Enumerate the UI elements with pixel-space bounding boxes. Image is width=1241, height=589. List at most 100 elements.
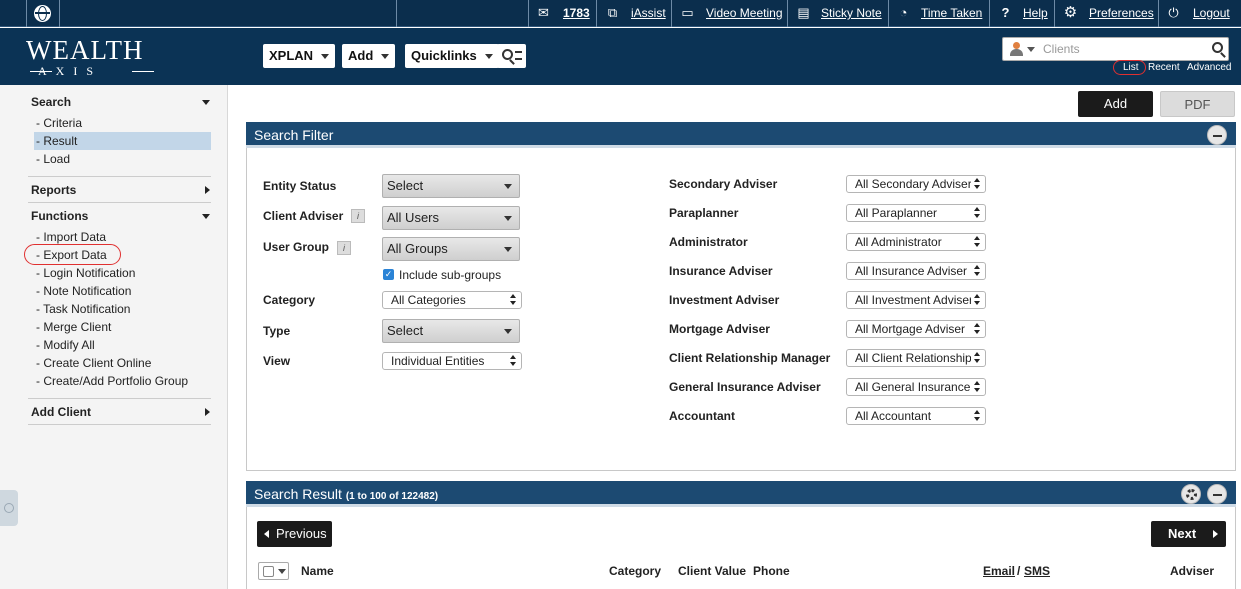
select-all-checkbox[interactable]: [258, 562, 289, 580]
help-link[interactable]: Help: [1023, 6, 1048, 20]
sidebar-item-create-portfolio-group[interactable]: - Create/Add Portfolio Group: [36, 374, 188, 388]
sidebar-section-add-client[interactable]: Add Client: [31, 405, 91, 419]
help-icon[interactable]: ?: [998, 6, 1013, 20]
paraplanner-select[interactable]: All Paraplanner: [846, 204, 986, 222]
power-icon[interactable]: ⏻: [1166, 6, 1181, 20]
sidebar-item-merge-client[interactable]: - Merge Client: [36, 320, 111, 334]
iassist-icon[interactable]: ⧉: [605, 6, 620, 20]
sidebar-item-task-notification[interactable]: - Task Notification: [36, 302, 130, 316]
gear-icon: [1186, 489, 1197, 500]
type-select[interactable]: Select: [382, 319, 520, 343]
sidebar-section-functions[interactable]: Functions: [31, 209, 88, 223]
column-header-adviser[interactable]: Adviser: [1170, 564, 1214, 578]
preferences-link[interactable]: Preferences: [1089, 6, 1154, 20]
column-header-name[interactable]: Name: [301, 564, 334, 578]
add-button[interactable]: Add: [1078, 91, 1153, 117]
client-relationship-manager-select[interactable]: All Client Relationship Manager: [846, 349, 986, 367]
user-group-select[interactable]: All Groups: [382, 237, 520, 261]
person-icon[interactable]: [1009, 42, 1023, 57]
globe-icon[interactable]: [34, 5, 51, 22]
recent-link[interactable]: Recent: [1148, 62, 1180, 73]
xplan-menu-button[interactable]: XPLAN: [263, 44, 336, 68]
quicklinks-menu-button[interactable]: Quicklinks: [405, 44, 499, 68]
secondary-adviser-select[interactable]: All Secondary Adviser: [846, 175, 986, 193]
video-meeting-link[interactable]: Video Meeting: [706, 6, 783, 20]
sidebar-item-create-client-online[interactable]: - Create Client Online: [36, 356, 151, 370]
collapse-button[interactable]: [1207, 125, 1227, 145]
administrator-label: Administrator: [669, 235, 748, 249]
column-header-phone[interactable]: Phone: [753, 564, 790, 578]
previous-button[interactable]: Previous: [257, 521, 332, 547]
mortgage-adviser-select[interactable]: All Mortgage Adviser: [846, 320, 986, 338]
column-header-sms[interactable]: SMS: [1024, 564, 1050, 578]
entity-status-select[interactable]: Select: [382, 174, 520, 198]
add-menu-button[interactable]: Add: [342, 44, 396, 68]
info-icon[interactable]: i: [351, 209, 365, 223]
quick-search-button[interactable]: [497, 44, 526, 68]
updown-icon: [974, 410, 981, 422]
settings-button[interactable]: [1181, 484, 1201, 504]
sticky-note-icon[interactable]: ▤: [796, 6, 811, 20]
sidebar-item-result[interactable]: - Result: [36, 134, 77, 148]
collapse-button[interactable]: [1207, 484, 1227, 504]
sidebar-section-search[interactable]: Search: [31, 95, 71, 109]
sidebar-item-criteria[interactable]: - Criteria: [36, 116, 82, 130]
general-insurance-adviser-select[interactable]: All General Insurance Adviser: [846, 378, 986, 396]
category-value: All Categories: [391, 293, 466, 307]
accountant-select[interactable]: All Accountant: [846, 407, 986, 425]
timer-icon[interactable]: ◔: [896, 6, 911, 20]
sidebar-section-reports[interactable]: Reports: [31, 183, 76, 197]
iassist-link[interactable]: iAssist: [631, 6, 666, 20]
client-adviser-select[interactable]: All Users: [382, 206, 520, 230]
client-relationship-manager-value: All Client Relationship Manager: [855, 351, 971, 365]
sidebar-item-load[interactable]: - Load: [36, 152, 70, 166]
divider: [787, 0, 788, 27]
mail-count-link[interactable]: 1783: [563, 6, 590, 20]
mortgage-adviser-value: All Mortgage Adviser: [855, 322, 966, 336]
search-icon[interactable]: [1212, 42, 1223, 53]
sidebar-item-modify-all[interactable]: - Modify All: [36, 338, 95, 352]
next-button[interactable]: Next: [1151, 521, 1226, 547]
column-header-email[interactable]: Email: [983, 564, 1015, 578]
type-label: Type: [263, 324, 291, 338]
logo-wordmark: WEALTH: [26, 35, 144, 65]
video-meeting-icon[interactable]: ▭: [680, 6, 695, 20]
updown-icon: [974, 323, 981, 335]
column-header-category[interactable]: Category: [609, 564, 661, 578]
client-search-input[interactable]: [1043, 40, 1208, 58]
accountant-value: All Accountant: [855, 409, 932, 423]
client-search-box: [1002, 37, 1229, 61]
sidebar-collapse-handle[interactable]: [0, 490, 18, 526]
chevron-down-icon[interactable]: [1027, 47, 1035, 52]
time-taken-link[interactable]: Time Taken: [921, 6, 982, 20]
chevron-down-icon[interactable]: [202, 214, 210, 219]
insurance-adviser-select[interactable]: All Insurance Adviser: [846, 262, 986, 280]
wealth-axis-logo[interactable]: WEALTH AXIS: [26, 36, 143, 78]
info-icon[interactable]: i: [337, 241, 351, 255]
include-subgroups-checkbox[interactable]: ✓: [383, 269, 394, 280]
chevron-right-icon[interactable]: [205, 186, 210, 194]
sidebar-item-login-notification[interactable]: - Login Notification: [36, 266, 135, 280]
view-select[interactable]: Individual Entities: [382, 352, 522, 370]
divider: [28, 424, 211, 425]
divider: [1054, 0, 1055, 27]
column-header-client-value[interactable]: Client Value: [678, 564, 746, 578]
gear-icon[interactable]: ⚙: [1063, 5, 1078, 20]
mail-icon[interactable]: ✉: [536, 6, 551, 20]
client-adviser-label: Client Adviser: [263, 209, 344, 223]
sticky-note-link[interactable]: Sticky Note: [821, 6, 882, 20]
chevron-down-icon: [484, 54, 493, 59]
category-select[interactable]: All Categories: [382, 291, 522, 309]
advanced-link[interactable]: Advanced: [1187, 62, 1231, 73]
investment-adviser-select[interactable]: All Investment Adviser: [846, 291, 986, 309]
updown-icon: [974, 294, 981, 306]
administrator-select[interactable]: All Administrator: [846, 233, 986, 251]
updown-icon: [974, 236, 981, 248]
mortgage-adviser-label: Mortgage Adviser: [669, 322, 770, 336]
logout-link[interactable]: Logout: [1193, 6, 1230, 20]
chevron-right-icon[interactable]: [205, 408, 210, 416]
sidebar-item-note-notification[interactable]: - Note Notification: [36, 284, 131, 298]
pdf-button[interactable]: PDF: [1160, 91, 1235, 117]
sidebar-item-import-data[interactable]: - Import Data: [36, 230, 106, 244]
chevron-down-icon[interactable]: [202, 100, 210, 105]
